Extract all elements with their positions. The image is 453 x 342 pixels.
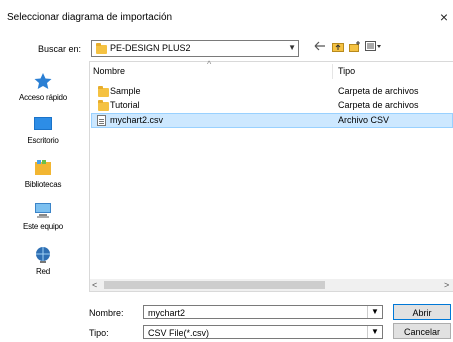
cancel-button[interactable]: Cancelar (393, 323, 451, 339)
look-in-label-text: Buscar en: (38, 44, 82, 54)
folder-icon (98, 86, 109, 97)
chevron-down-icon[interactable]: ▼ (367, 306, 382, 318)
list-item[interactable]: Tutorial Carpeta de archivos (92, 99, 452, 112)
file-name-value: mychart2 (148, 308, 186, 318)
place-libraries[interactable]: Bibliotecas (0, 159, 86, 189)
item-type: Archivo CSV (338, 115, 390, 125)
file-name-label: Nombre: (89, 308, 124, 318)
scrollbar-thumb[interactable] (104, 281, 325, 289)
file-list[interactable]: Nombre ^ Tipo Sample Carpeta de archivos… (89, 59, 453, 292)
csv-file-icon (97, 115, 106, 126)
dialog-title: Seleccionar diagrama de importación (7, 12, 173, 23)
sort-up-icon: ^ (207, 59, 212, 69)
file-name-input[interactable]: mychart2 ▼ (143, 305, 383, 319)
computer-icon (33, 201, 53, 219)
desktop-icon (33, 115, 53, 133)
place-label: Este equipo (22, 222, 64, 231)
list-item-selected[interactable]: mychart2.csv Archivo CSV (91, 113, 453, 128)
chevron-down-icon[interactable]: ▼ (288, 43, 296, 52)
item-name: Sample (110, 86, 141, 96)
place-network[interactable]: Red (0, 246, 86, 276)
file-type-label: Tipo: (89, 328, 109, 338)
place-label: Escritorio (27, 136, 59, 145)
column-header-name[interactable]: Nombre (93, 62, 125, 81)
folder-icon (96, 43, 107, 54)
file-type-value: CSV File(*.csv) (148, 328, 210, 338)
place-desktop[interactable]: Escritorio (0, 115, 86, 145)
title-bar: Seleccionar diagrama de importación × (0, 0, 453, 36)
column-divider[interactable] (332, 64, 333, 79)
look-in-label: Buscar en: (38, 44, 81, 54)
scroll-right-icon[interactable]: > (444, 279, 449, 291)
close-icon[interactable]: × (436, 8, 452, 26)
open-button[interactable]: Abrir (393, 304, 451, 320)
file-type-select[interactable]: CSV File(*.csv) ▼ (143, 325, 383, 339)
scroll-left-icon[interactable]: < (92, 279, 97, 291)
look-in-value: PE-DESIGN PLUS2 (110, 43, 191, 53)
places-bar: Acceso rápido Escritorio Bibliotecas Est… (0, 60, 86, 280)
horizontal-scrollbar[interactable]: < > (90, 279, 453, 291)
item-name: mychart2.csv (110, 115, 164, 125)
view-menu-icon[interactable] (365, 41, 383, 55)
place-label: Acceso rápido (18, 93, 68, 102)
up-folder-icon[interactable] (331, 41, 345, 55)
place-label: Bibliotecas (24, 180, 62, 189)
look-in-combo[interactable]: PE-DESIGN PLUS2 ▼ (91, 40, 299, 57)
back-arrow-icon[interactable] (313, 41, 327, 55)
list-item[interactable]: Sample Carpeta de archivos (92, 85, 452, 98)
column-header-type[interactable]: Tipo (338, 62, 355, 81)
chevron-down-icon[interactable]: ▼ (367, 326, 382, 338)
network-icon (33, 246, 53, 264)
item-name: Tutorial (110, 100, 140, 110)
item-type: Carpeta de archivos (338, 100, 419, 110)
star-icon (33, 72, 53, 90)
folder-icon (98, 100, 109, 111)
place-this-pc[interactable]: Este equipo (0, 201, 86, 231)
place-label: Red (35, 267, 51, 276)
libraries-icon (33, 159, 53, 177)
place-quick-access[interactable]: Acceso rápido (0, 72, 86, 102)
item-type: Carpeta de archivos (338, 86, 419, 96)
new-folder-icon[interactable] (348, 41, 362, 55)
